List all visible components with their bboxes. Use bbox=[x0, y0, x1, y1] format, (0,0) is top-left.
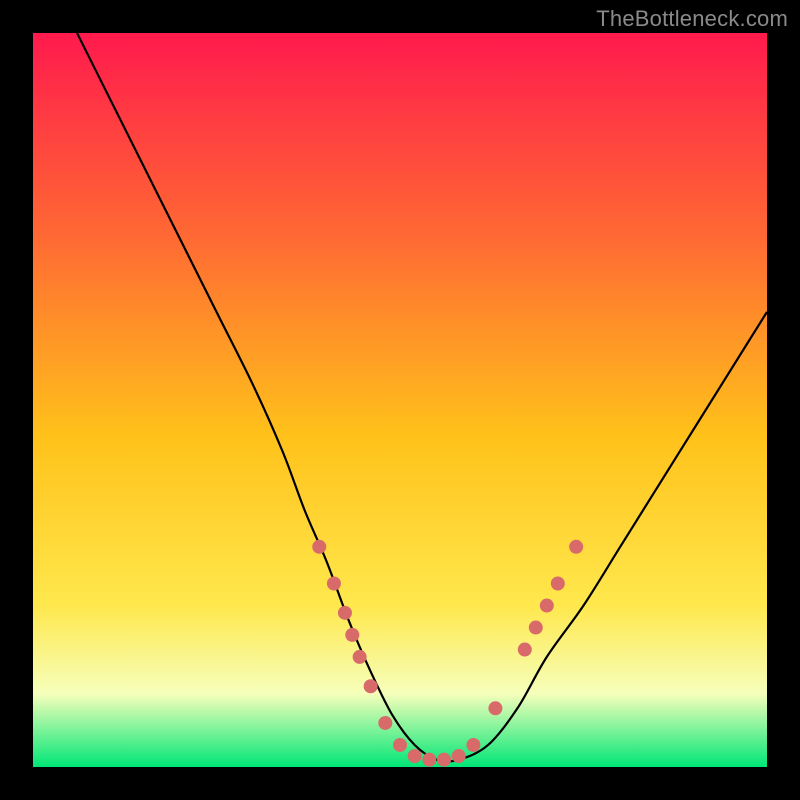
curve-marker bbox=[364, 680, 377, 693]
curve-marker bbox=[489, 702, 502, 715]
curve-marker bbox=[338, 606, 351, 619]
curve-marker bbox=[518, 643, 531, 656]
curve-marker bbox=[353, 650, 366, 663]
curve-marker bbox=[438, 753, 451, 766]
curve-marker bbox=[327, 577, 340, 590]
curve-marker bbox=[570, 540, 583, 553]
bottleneck-chart bbox=[0, 0, 800, 800]
curve-marker bbox=[467, 738, 480, 751]
curve-marker bbox=[540, 599, 553, 612]
curve-marker bbox=[551, 577, 564, 590]
curve-marker bbox=[379, 716, 392, 729]
watermark-text: TheBottleneck.com bbox=[596, 6, 788, 32]
curve-marker bbox=[423, 753, 436, 766]
curve-marker bbox=[408, 749, 421, 762]
curve-marker bbox=[529, 621, 542, 634]
curve-marker bbox=[452, 749, 465, 762]
curve-marker bbox=[394, 738, 407, 751]
curve-marker bbox=[346, 628, 359, 641]
gradient-background bbox=[33, 33, 767, 767]
curve-marker bbox=[313, 540, 326, 553]
chart-frame: { "watermark": "TheBottleneck.com", "col… bbox=[0, 0, 800, 800]
